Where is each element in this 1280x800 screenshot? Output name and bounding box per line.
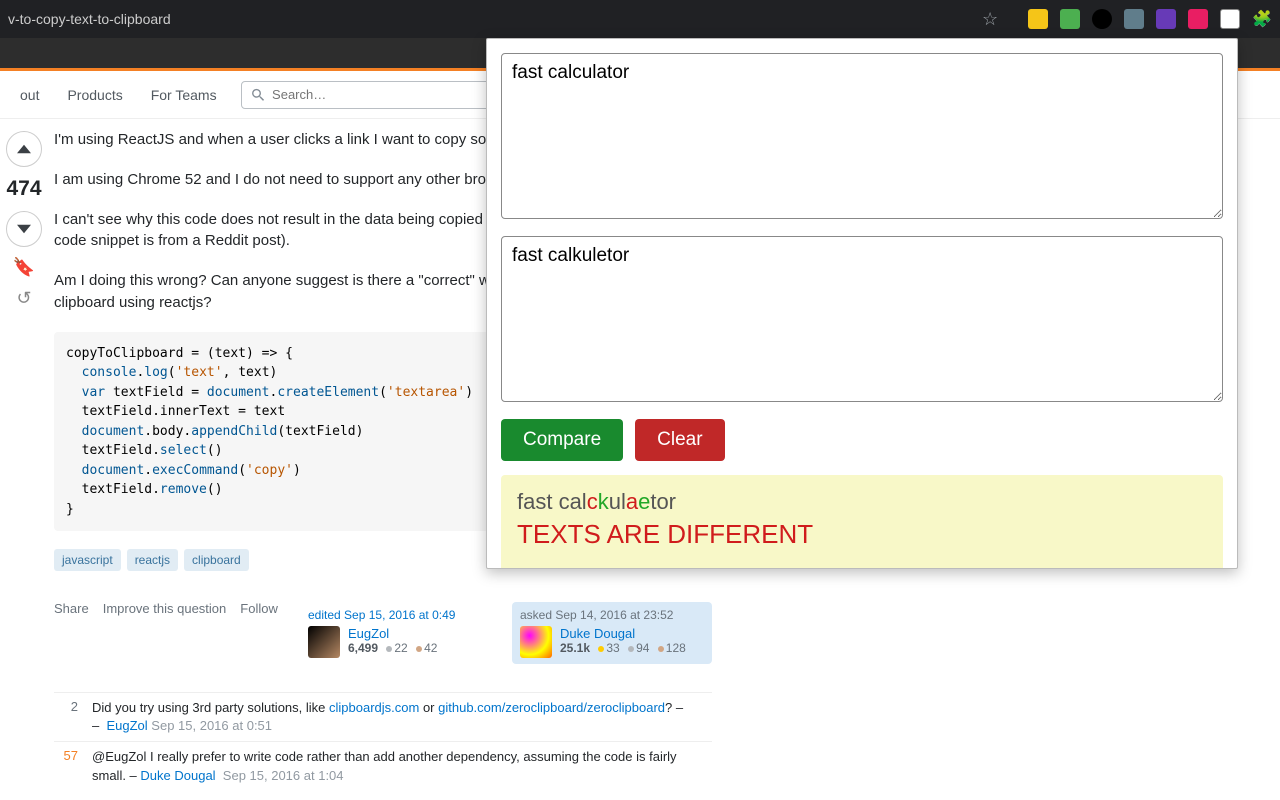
silver-badge-icon xyxy=(628,646,634,652)
extension-icon[interactable] xyxy=(1028,9,1048,29)
upvote-button[interactable] xyxy=(6,131,42,167)
bronze-badge-icon xyxy=(658,646,664,652)
url-fragment: v-to-copy-text-to-clipboard xyxy=(8,11,171,27)
browser-chrome-bar: v-to-copy-text-to-clipboard ☆ 🧩 xyxy=(0,0,1280,38)
tag[interactable]: javascript xyxy=(54,549,121,571)
nav-for-teams[interactable]: For Teams xyxy=(151,87,217,103)
downvote-button[interactable] xyxy=(6,211,42,247)
silver-badge-icon xyxy=(386,646,392,652)
site-search[interactable] xyxy=(241,81,521,109)
compare-verdict: TEXTS ARE DIFFERENT xyxy=(517,519,1207,550)
comment-link[interactable]: github.com/zeroclipboard/zeroclipboard xyxy=(438,700,665,715)
extension-icon[interactable] xyxy=(1156,9,1176,29)
extension-icon-active[interactable] xyxy=(1220,9,1240,29)
extension-icon[interactable] xyxy=(1092,9,1112,29)
nav-products[interactable]: Products xyxy=(67,87,122,103)
avatar[interactable] xyxy=(520,626,552,658)
edited-line[interactable]: edited Sep 15, 2016 at 0:49 xyxy=(308,608,492,622)
comment-score: 57 xyxy=(54,748,78,784)
nav-about[interactable]: out xyxy=(20,87,39,103)
vote-column: 474 🔖 ↺ xyxy=(0,129,48,791)
comment-link[interactable]: clipboardjs.com xyxy=(329,700,419,715)
history-icon[interactable]: ↺ xyxy=(16,288,31,309)
comment-body: @EugZol I really prefer to write code ra… xyxy=(92,748,712,784)
share-link[interactable]: Share xyxy=(54,601,89,616)
text-compare-extension-popup: Compare Clear fast calckulaetor TEXTS AR… xyxy=(486,38,1238,569)
user-reputation: 25.1k 33 94 128 xyxy=(560,641,686,655)
compare-input-a[interactable] xyxy=(501,53,1223,219)
asked-line: asked Sep 14, 2016 at 23:52 xyxy=(520,608,704,622)
comment-author[interactable]: Duke Dougal xyxy=(140,768,215,783)
compare-button[interactable]: Compare xyxy=(501,419,623,461)
extensions-puzzle-icon[interactable]: 🧩 xyxy=(1252,9,1272,29)
compare-input-b[interactable] xyxy=(501,236,1223,402)
user-reputation: 6,499 22 42 xyxy=(348,641,437,655)
comment-time: Sep 15, 2016 at 1:04 xyxy=(223,768,344,783)
gold-badge-icon xyxy=(598,646,604,652)
diff-output: fast calckulaetor xyxy=(517,489,1207,515)
comment: 2 Did you try using 3rd party solutions,… xyxy=(54,692,712,741)
comments-list: 2 Did you try using 3rd party solutions,… xyxy=(54,692,712,791)
avatar[interactable] xyxy=(308,626,340,658)
extension-icons-tray: 🧩 xyxy=(1028,9,1272,29)
asker-card: asked Sep 14, 2016 at 23:52 Duke Dougal … xyxy=(512,602,712,664)
editor-card: edited Sep 15, 2016 at 0:49 EugZol 6,499… xyxy=(300,602,500,664)
extension-icon[interactable] xyxy=(1060,9,1080,29)
clear-button[interactable]: Clear xyxy=(635,419,724,461)
extension-icon[interactable] xyxy=(1124,9,1144,29)
bookmark-star-icon[interactable]: ☆ xyxy=(982,9,998,30)
compare-buttons: Compare Clear xyxy=(501,419,1223,461)
compare-result-panel: fast calckulaetor TEXTS ARE DIFFERENT xyxy=(501,475,1223,568)
improve-link[interactable]: Improve this question xyxy=(103,601,227,616)
comment: 57 @EugZol I really prefer to write code… xyxy=(54,741,712,790)
comment-score: 2 xyxy=(54,699,78,735)
comment-author[interactable]: EugZol xyxy=(106,718,147,733)
tag[interactable]: reactjs xyxy=(127,549,178,571)
extension-icon[interactable] xyxy=(1188,9,1208,29)
user-link[interactable]: Duke Dougal xyxy=(560,626,686,641)
search-input[interactable] xyxy=(272,87,512,102)
tag[interactable]: clipboard xyxy=(184,549,249,571)
follow-link[interactable]: Follow xyxy=(240,601,278,616)
bookmark-icon[interactable]: 🔖 xyxy=(13,257,35,278)
vote-score: 474 xyxy=(6,177,41,201)
search-icon xyxy=(250,86,266,104)
comment-body: Did you try using 3rd party solutions, l… xyxy=(92,699,712,735)
bronze-badge-icon xyxy=(416,646,422,652)
user-link[interactable]: EugZol xyxy=(348,626,437,641)
comment-time: Sep 15, 2016 at 0:51 xyxy=(151,718,272,733)
